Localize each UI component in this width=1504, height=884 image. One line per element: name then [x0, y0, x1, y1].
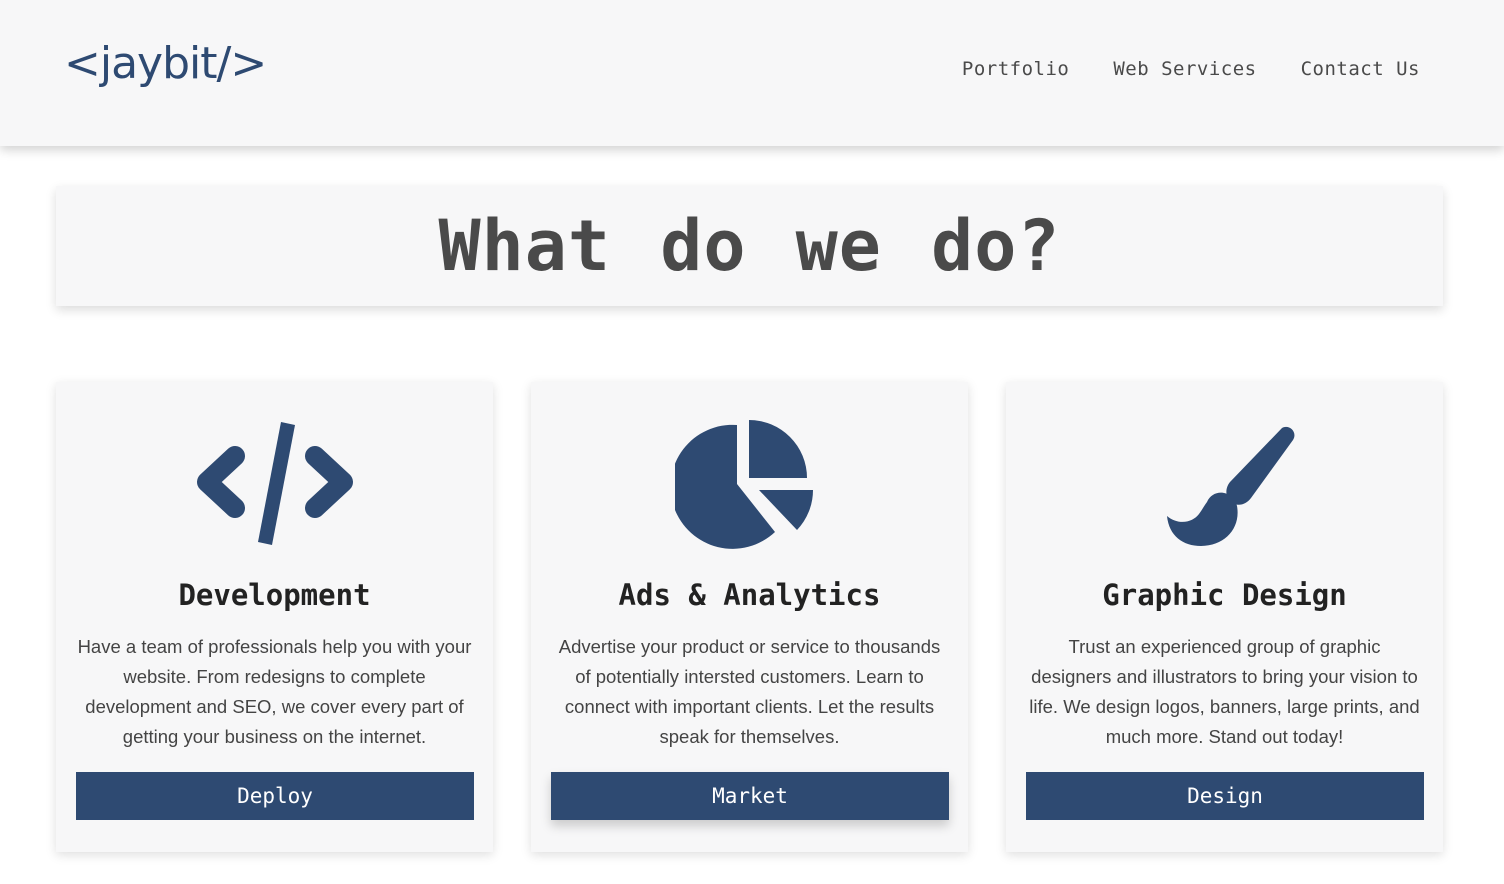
- nav-link-contact-us[interactable]: Contact Us: [1301, 58, 1420, 80]
- navbar: <jaybit/> Portfolio Web Services Contact…: [0, 0, 1504, 146]
- service-card-development: Development Have a team of professionals…: [56, 382, 493, 852]
- card-description: Advertise your product or service to tho…: [558, 636, 941, 747]
- code-icon: [56, 418, 493, 550]
- nav-link-portfolio[interactable]: Portfolio: [962, 58, 1069, 80]
- pie-chart-icon: [531, 418, 968, 550]
- deploy-button[interactable]: Deploy: [76, 772, 474, 820]
- card-title: Graphic Design: [1102, 578, 1347, 612]
- card-title: Development: [178, 578, 371, 612]
- service-card-graphic-design: Graphic Design Trust an experienced grou…: [1006, 382, 1443, 852]
- service-card-ads-analytics: Ads & Analytics Advertise your product o…: [531, 382, 968, 852]
- design-button[interactable]: Design: [1026, 772, 1424, 820]
- card-description: Trust an experienced group of graphic de…: [1029, 636, 1420, 747]
- market-button[interactable]: Market: [551, 772, 949, 820]
- nav-link-web-services[interactable]: Web Services: [1113, 58, 1256, 80]
- hero-banner: What do we do?: [56, 186, 1443, 306]
- paintbrush-icon: [1006, 418, 1443, 550]
- card-description: Have a team of professionals help you wi…: [77, 636, 472, 747]
- site-logo[interactable]: <jaybit/>: [64, 38, 267, 89]
- hero-title: What do we do?: [438, 205, 1061, 287]
- main-nav: Portfolio Web Services Contact Us: [962, 58, 1420, 80]
- card-title: Ads & Analytics: [618, 578, 881, 612]
